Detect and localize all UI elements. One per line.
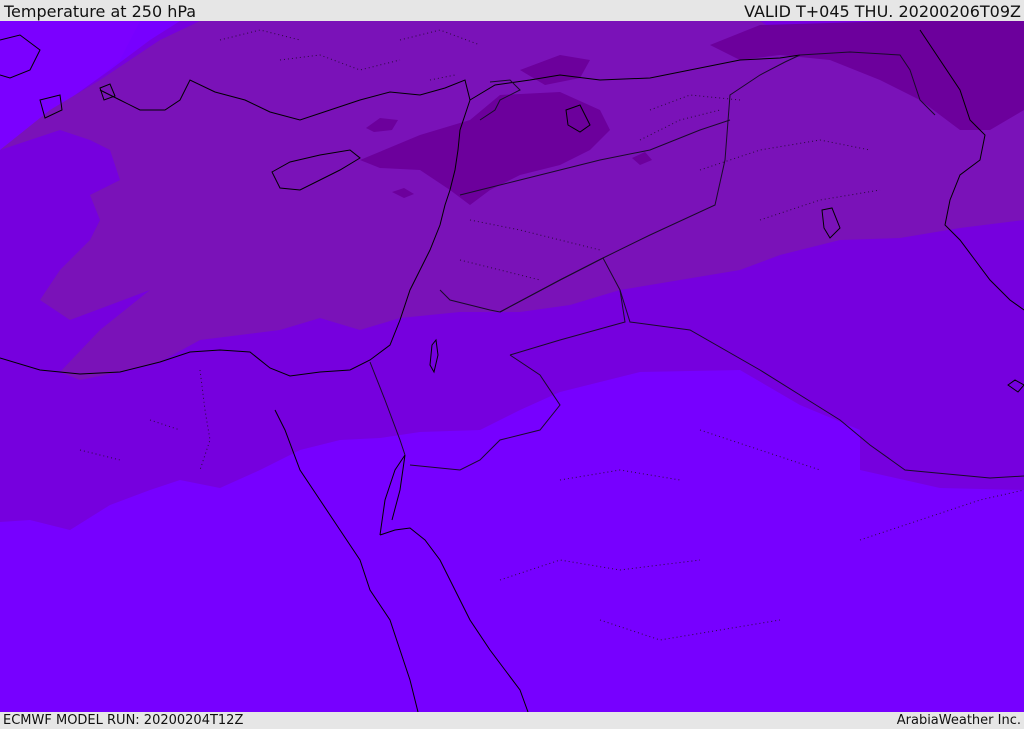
map-page: Temperature at 250 hPa VALID T+045 THU. … [0,0,1024,729]
valid-time-label: VALID T+045 THU. 20200206T09Z [744,2,1021,21]
credit-label: ArabiaWeather Inc. [896,713,1021,728]
map-canvas[interactable] [0,21,1024,712]
map-title: Temperature at 250 hPa [4,2,197,21]
model-run-label: ECMWF MODEL RUN: 20200204T12Z [3,713,244,728]
footer-bar: ECMWF MODEL RUN: 20200204T12Z ArabiaWeat… [0,712,1024,729]
header-bar: Temperature at 250 hPa VALID T+045 THU. … [0,0,1024,21]
temperature-map-svg [0,21,1024,712]
